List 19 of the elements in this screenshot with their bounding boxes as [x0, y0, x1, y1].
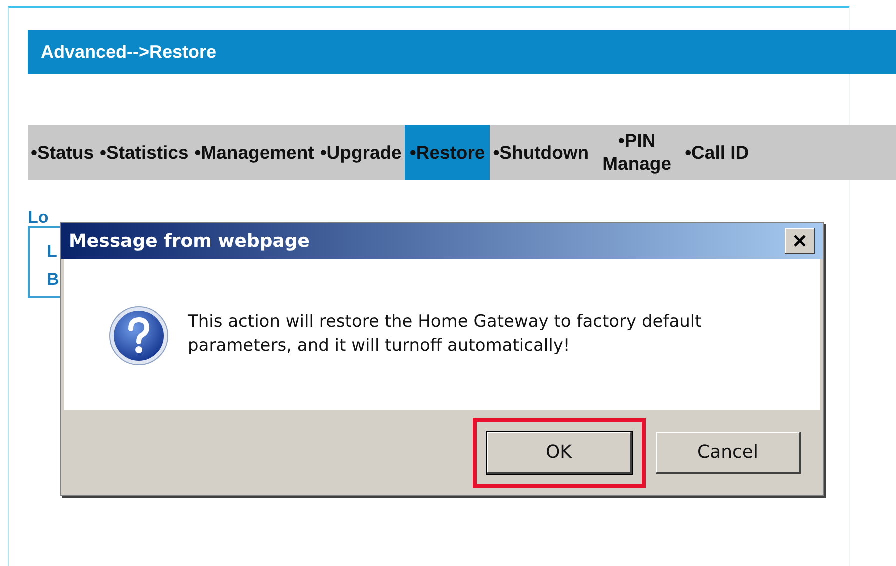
nav-tab[interactable]: •Upgrade: [317, 125, 405, 180]
nav-tab[interactable]: •Management: [192, 125, 318, 180]
dialog-message: This action will restore the Home Gateway to factory default parameters, and it will turnoff automatically!: [188, 311, 703, 358]
nav-tab[interactable]: •Shutdown: [490, 125, 592, 180]
nav-tab[interactable]: •Status: [28, 125, 98, 180]
nav-tab[interactable]: •Restore: [404, 125, 490, 180]
dialog-title: Message from webpage: [69, 230, 310, 252]
dialog-button[interactable]: OK: [487, 432, 632, 474]
nav-tab[interactable]: •Call ID: [682, 125, 752, 180]
panel-text: B: [47, 270, 60, 290]
page-title: Advanced-->Restore: [41, 42, 217, 62]
nav-tab[interactable]: •PIN Manage: [592, 125, 682, 180]
section-link[interactable]: Lo: [28, 208, 49, 224]
nav-tab[interactable]: •Statistics: [97, 125, 192, 180]
question-icon: [108, 305, 170, 367]
close-button[interactable]: [785, 228, 815, 254]
panel-text: L: [47, 242, 58, 262]
close-icon: [793, 235, 807, 247]
dialog-button[interactable]: Cancel: [656, 432, 801, 474]
